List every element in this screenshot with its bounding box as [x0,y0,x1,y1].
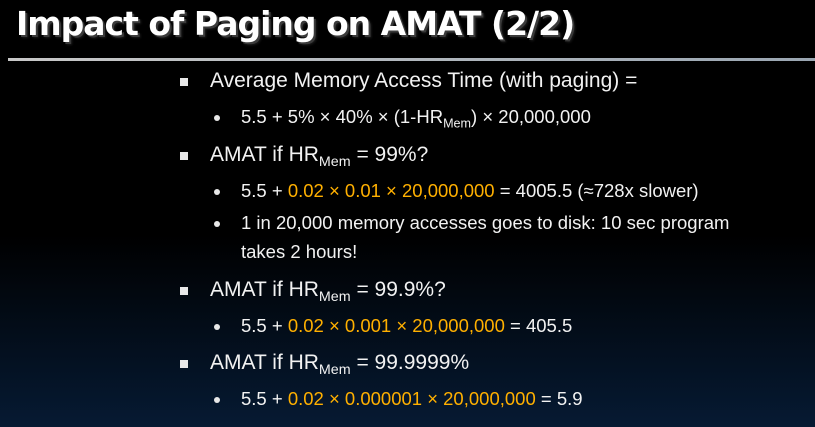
formula-text: 5.5 + 5% × 40% × (1-HRMem) × 20,000,000 [241,106,591,131]
bullet-text: AMAT if HRMem = 99%? [210,143,429,170]
text-part: = 99.9999% [350,351,470,374]
calc-text: 5.5 + 0.02 × 0.000001 × 20,000,000 = 5.9 [241,388,583,410]
text-part: 5.5 + [241,180,288,201]
square-bullet-icon [180,78,188,86]
bullet-text: Average Memory Access Time (with paging)… [210,69,638,92]
text-part: = 5.9 [535,388,583,409]
text-part: = 405.5 [504,315,573,336]
dot-bullet-icon [214,189,220,195]
text-part: AMAT if HR [210,143,319,166]
note-line-1: 1 in 20,000 memory accesses goes to disk… [241,212,730,233]
subscript-mem: Mem [318,153,351,170]
text-part: 5.5 + [241,388,288,409]
bullet-text: AMAT if HRMem = 99.9%? [210,278,446,305]
subscript-mem: Mem [443,116,472,131]
dot-bullet-icon [214,324,220,330]
highlighted-term: 0.02 × 0.001 × 20,000,000 [287,315,505,336]
calc-text: 5.5 + 0.02 × 0.01 × 20,000,000 = 4005.5 … [241,180,699,202]
highlighted-term: 0.02 × 0.000001 × 20,000,000 [287,388,536,409]
text-part: = 99%? [350,143,429,166]
dot-bullet-icon [214,115,220,121]
formula-part: 5.5 + 5% × 40% × (1-HR [241,106,444,127]
text-part: AMAT if HR [210,278,319,301]
subscript-mem: Mem [318,361,351,378]
text-part: AMAT if HR [210,351,319,374]
text-part: = 99.9%? [350,278,446,301]
formula-tail: ) × 20,000,000 [471,106,591,127]
highlighted-term: 0.02 × 0.01 × 20,000,000 [287,180,495,201]
text-part: 5.5 + [241,315,288,336]
subscript-mem: Mem [318,288,351,305]
square-bullet-icon [180,287,188,295]
square-bullet-icon [180,152,188,160]
text-part: = 4005.5 (≈728x slower) [494,180,699,201]
title-underline [8,58,815,61]
square-bullet-icon [180,360,188,368]
slide-title: Impact of Paging on AMAT (2/2) [16,4,575,43]
dot-bullet-icon [214,397,220,403]
note-line-2: takes 2 hours! [241,241,358,262]
dot-bullet-icon [214,221,220,227]
calc-text: 5.5 + 0.02 × 0.001 × 20,000,000 = 405.5 [241,315,572,337]
bullet-text: AMAT if HRMem = 99.9999% [210,351,470,378]
